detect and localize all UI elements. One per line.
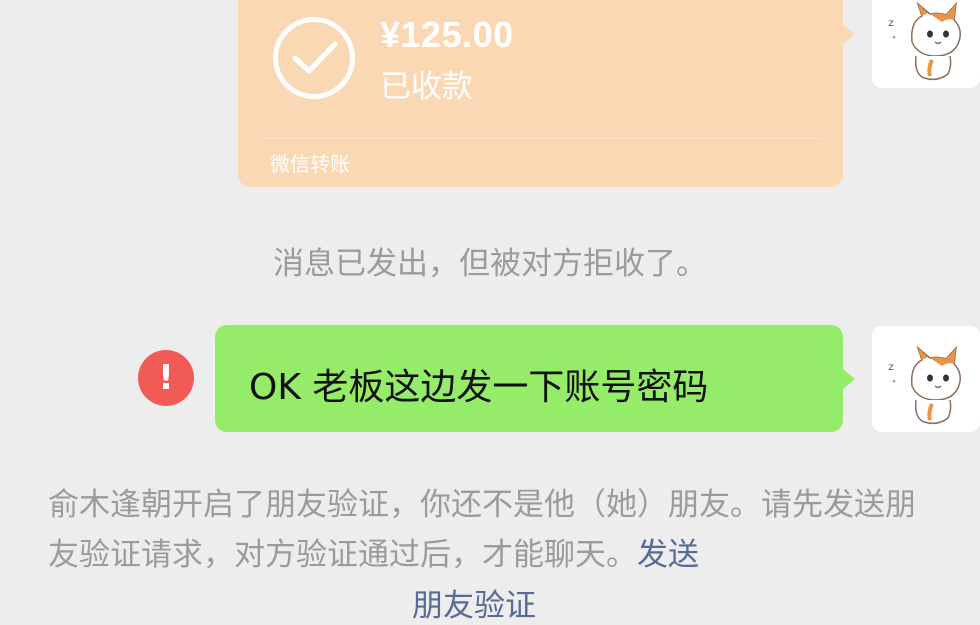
cat-sticker-icon: ｚ °	[886, 1, 961, 81]
transfer-brand-label: 微信转账	[270, 152, 350, 176]
avatar[interactable]: ｚ °	[872, 326, 980, 432]
check-icon	[273, 17, 355, 99]
outgoing-message-bubble[interactable]: OK 老板这边发一下账号密码	[215, 325, 855, 432]
svg-text:ｚ: ｚ	[886, 18, 896, 29]
transfer-amount: ¥125.00	[380, 14, 514, 55]
notice-text: 俞木逢朝开启了朋友验证，你还不是他（她）朋友。请先发送朋友验证请求，对方验证通过…	[48, 487, 916, 573]
svg-text:°: °	[892, 35, 896, 44]
avatar[interactable]: ｚ °	[872, 0, 980, 88]
transfer-card[interactable]: ¥125.00 已收款 微信转账	[238, 0, 855, 187]
system-message-rejected: 消息已发出，但被对方拒收了。	[273, 246, 707, 282]
exclamation-icon[interactable]: !	[138, 350, 194, 406]
card-divider	[260, 138, 821, 139]
message-text: OK 老板这边发一下账号密码	[249, 367, 709, 408]
send-verification-link[interactable]: 发送	[637, 537, 699, 573]
friend-verification-notice: 俞木逢朝开启了朋友验证，你还不是他（她）朋友。请先发送朋友验证请求，对方验证通过…	[48, 480, 928, 580]
transfer-status: 已收款	[380, 69, 473, 105]
svg-text:ｚ: ｚ	[886, 362, 896, 373]
send-verification-link-continued[interactable]: 朋友验证	[412, 580, 536, 625]
cat-sticker-icon: ｚ °	[886, 345, 961, 425]
svg-text:°: °	[892, 379, 896, 388]
